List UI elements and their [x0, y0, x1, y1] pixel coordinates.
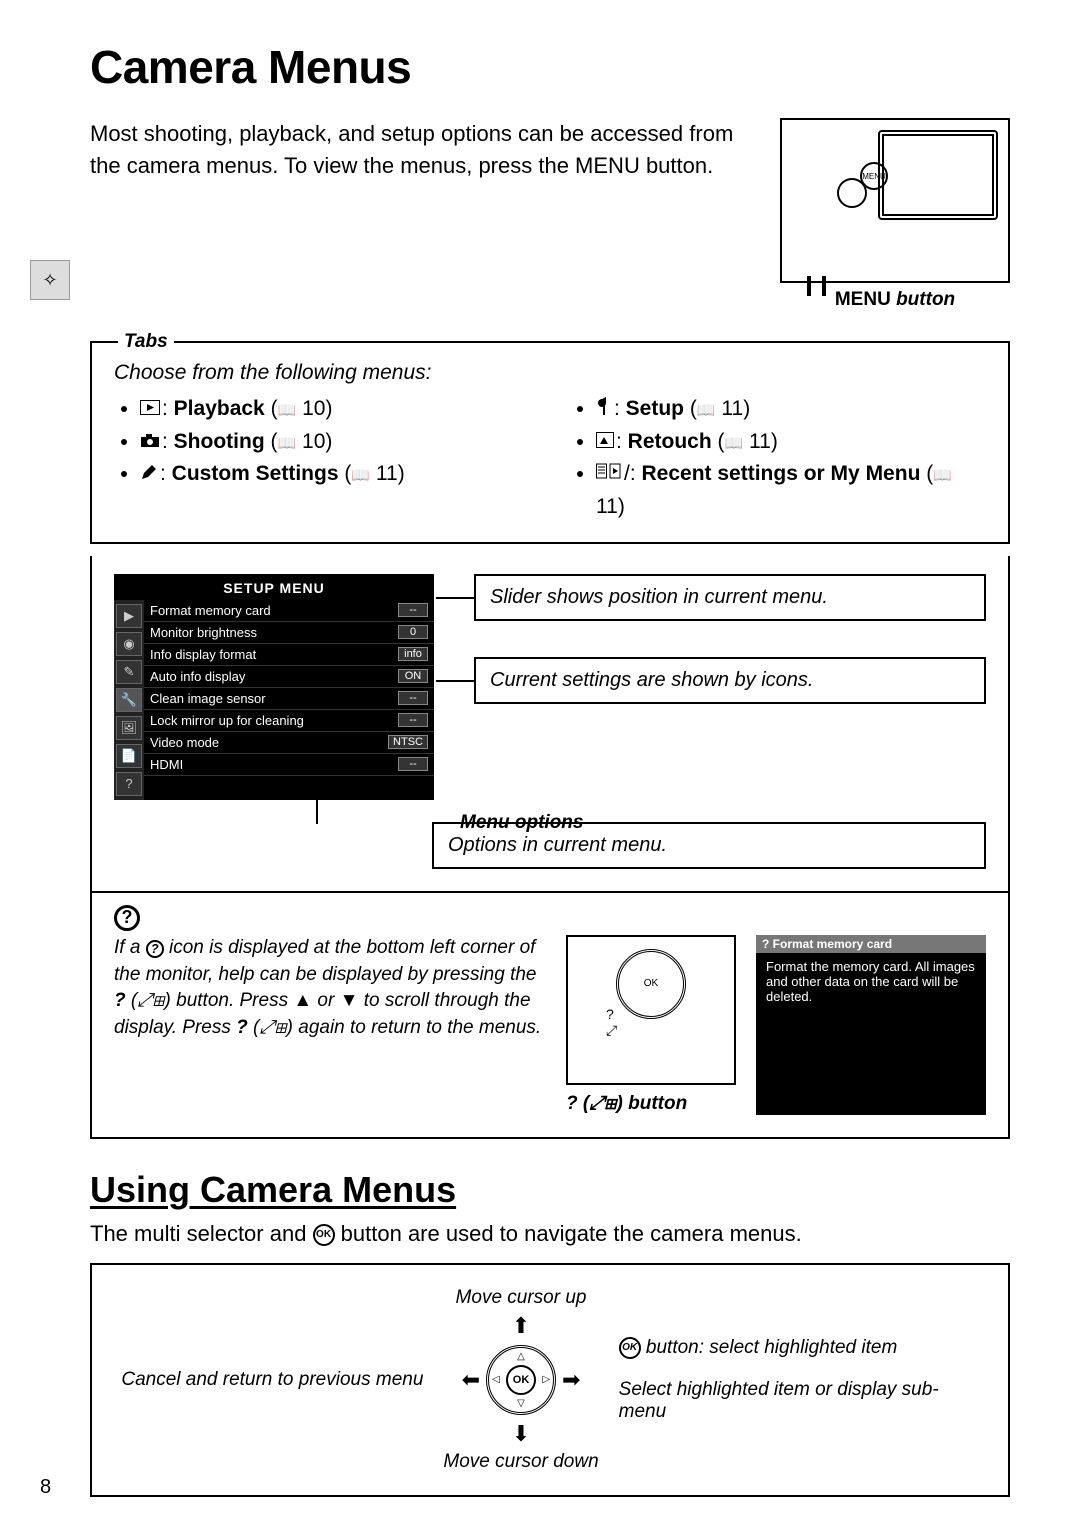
page-number: 8	[40, 1476, 51, 1499]
help-text: If a ? icon is displayed at the bottom l…	[114, 935, 546, 1115]
tab-item-custom-settings: : Custom Settings ( 11)	[140, 458, 530, 491]
tabs-desc: Choose from the following menus:	[114, 361, 986, 385]
menu-item-label: Format memory card	[150, 603, 271, 618]
menu-item-value: --	[398, 713, 428, 727]
menu-item-value: --	[398, 757, 428, 771]
menu-item: Format memory card --	[144, 600, 434, 622]
using-intro: The multi selector and OK button are use…	[90, 1221, 1010, 1247]
menu-item-label: Auto info display	[150, 669, 245, 684]
wrench-icon	[596, 393, 612, 426]
retouch-icon	[596, 426, 614, 459]
menu-item: Lock mirror up for cleaning --	[144, 710, 434, 732]
multi-selector-diagram: Cancel and return to previous menu Move …	[90, 1263, 1010, 1497]
help-section: ? If a ? icon is displayed at the bottom…	[90, 891, 1010, 1139]
arrow-up-icon: ⬆	[512, 1313, 530, 1339]
menu-item: Info display format info	[144, 644, 434, 666]
menu-item-label: Video mode	[150, 735, 219, 750]
callout-slider: Slider shows position in current menu.	[474, 574, 986, 621]
menu-item: Clean image sensor --	[144, 688, 434, 710]
menu-button-label-suffix: button	[891, 289, 955, 310]
menu-item-value: ON	[398, 669, 428, 683]
arrow-left-icon: ⬅	[462, 1367, 480, 1393]
help-popup-body: Format the memory card. All images and o…	[766, 959, 976, 1004]
menu-item-label: Monitor brightness	[150, 625, 257, 640]
chapter-tab-icon: ✧	[30, 260, 70, 300]
playback-icon	[140, 393, 160, 426]
menu-item-value: 0	[398, 625, 428, 639]
menu-item-label: Clean image sensor	[150, 691, 266, 706]
tab-icon-playback: ▶	[116, 604, 142, 628]
tab-item-shooting: : Shooting ( 10)	[140, 426, 530, 459]
camera-icon	[140, 426, 160, 459]
tab-icon-shooting: ◉	[116, 632, 142, 656]
selector-ok-label: OK button: select highlighted item	[619, 1337, 979, 1359]
selector-left-label: Cancel and return to previous menu	[121, 1369, 423, 1391]
tab-item-recent-settings: /: Recent settings or My Menu ( 11)	[596, 458, 986, 523]
menu-button-icon: MENU	[860, 162, 888, 190]
ok-icon: OK	[313, 1224, 335, 1246]
tab-icon-setup: 🔧	[116, 688, 142, 712]
tab-item-retouch: : Retouch ( 11)	[596, 426, 986, 459]
using-heading: Using Camera Menus	[90, 1169, 1010, 1211]
recent-icon	[596, 459, 622, 492]
help-button-label: ? (⤢⊞) button	[566, 1093, 736, 1115]
selector-right-label: Select highlighted item or display sub-m…	[619, 1379, 979, 1423]
selector-up-label: Move cursor up	[456, 1287, 587, 1309]
menu-item-value: --	[398, 691, 428, 705]
callout-menu-options: Options in current menu.	[432, 822, 986, 869]
menu-button-label-prefix: MENU	[835, 289, 891, 310]
menu-item: Auto info display ON	[144, 666, 434, 688]
menu-item: HDMI --	[144, 754, 434, 776]
camera-illustration: MENU MENU button	[780, 118, 1010, 311]
menu-item: Monitor brightness 0	[144, 622, 434, 644]
menu-item: Video mode NTSC	[144, 732, 434, 754]
setup-menu-screenshot: SETUP MENU ▶ ◉ ✎ 🔧 🖼 📄 ? Format memory c…	[114, 574, 434, 800]
intro-paragraph: Most shooting, playback, and setup optio…	[90, 118, 750, 311]
tab-icon-recent: 📄	[116, 744, 142, 768]
tab-icon-retouch: 🖼	[116, 716, 142, 740]
tab-item-setup: : Setup ( 11)	[596, 393, 986, 426]
selector-down-label: Move cursor down	[443, 1451, 598, 1473]
tabs-section: Tabs Choose from the following menus: : …	[90, 341, 1010, 544]
setup-menu-title: SETUP MENU	[114, 574, 434, 600]
callout-current-settings: Current settings are shown by icons.	[474, 657, 986, 704]
menu-item-value: NTSC	[388, 735, 428, 749]
menu-item-label: Info display format	[150, 647, 256, 662]
pencil-icon	[140, 459, 158, 492]
page-title: Camera Menus	[90, 40, 1010, 94]
ok-icon-inline: OK	[619, 1337, 641, 1359]
menu-item-label: HDMI	[150, 757, 183, 772]
question-icon: ?	[114, 905, 140, 931]
multi-selector-ring: △▽◁▷ OK	[486, 1345, 556, 1415]
arrow-down-icon: ⬇	[512, 1421, 530, 1447]
tab-icon-custom: ✎	[116, 660, 142, 684]
menu-item-value: --	[398, 603, 428, 617]
help-popup-title: ? Format memory card	[756, 935, 986, 953]
camera-back-illustration: OK ?⤢	[566, 935, 736, 1085]
menu-item-value: info	[398, 647, 428, 661]
help-popup: ? Format memory card Format the memory c…	[756, 935, 986, 1115]
tabs-legend: Tabs	[118, 331, 174, 353]
menu-item-label: Lock mirror up for cleaning	[150, 713, 304, 728]
ok-button-icon: OK	[506, 1365, 536, 1395]
arrow-right-icon: ➡	[562, 1367, 580, 1393]
tab-item-playback: : Playback ( 10)	[140, 393, 530, 426]
tab-icon-help: ?	[116, 772, 142, 796]
